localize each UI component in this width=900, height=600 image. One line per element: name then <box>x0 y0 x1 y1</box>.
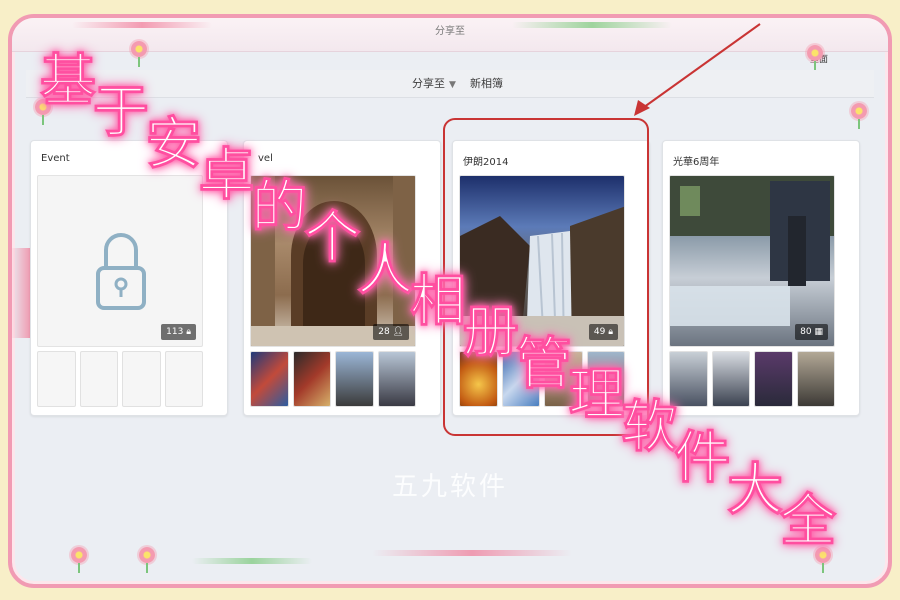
thumbnail-empty[interactable] <box>37 351 76 407</box>
album-card-guanghua[interactable]: 光華6周年 80 ▦ <box>662 140 860 416</box>
thumbnail-photo[interactable] <box>250 351 289 407</box>
album-cover-empty[interactable]: 113 🔒︎ <box>37 175 203 347</box>
thumbnail-strip <box>669 351 835 407</box>
photo-count-badge: 28 👤︎ <box>373 324 409 340</box>
photo-count-badge: 80 ▦ <box>795 324 828 340</box>
arrow-annotation <box>634 23 761 116</box>
watermark: 五九软件 <box>391 472 508 502</box>
flower-icon <box>68 544 90 573</box>
thumbnail-photo[interactable] <box>796 351 835 407</box>
chevron-down-icon: ▼ <box>449 80 456 90</box>
flower-icon <box>804 42 826 71</box>
grid-icon: ▦ <box>814 327 823 337</box>
album-title: vel <box>258 153 273 164</box>
thumbnail-photo[interactable] <box>377 351 416 407</box>
highlight-box <box>443 118 649 436</box>
thumbnail-photo[interactable] <box>335 351 374 407</box>
thumbnail-empty[interactable] <box>79 351 118 407</box>
album-card-event[interactable]: Event 113 🔒︎ <box>30 140 228 416</box>
album-cover-photo[interactable]: 28 👤︎ <box>250 175 416 347</box>
flower-icon <box>848 100 870 129</box>
lock-icon: 🔒︎ <box>186 327 191 337</box>
flower-icon <box>128 38 150 67</box>
decor-stripe <box>72 22 212 28</box>
thumbnail-photo[interactable] <box>711 351 750 407</box>
album-cover-photo[interactable]: 80 ▦ <box>669 175 835 347</box>
electronics-store-photo <box>670 176 834 326</box>
photo-count-badge: 113 🔒︎ <box>161 324 196 340</box>
lock-icon <box>96 233 146 310</box>
cathedral-door-photo <box>251 176 415 346</box>
thumbnail-strip <box>250 351 416 407</box>
share-button[interactable]: 分享至 ▼ <box>412 75 456 91</box>
thumbnail-empty[interactable] <box>164 351 203 407</box>
share-label: 分享至 <box>412 77 445 90</box>
thumbnail-strip <box>37 351 203 407</box>
thumbnail-photo[interactable] <box>292 351 331 407</box>
decor-stripe <box>192 558 312 564</box>
thumbnail-empty[interactable] <box>122 351 161 407</box>
album-title: 光華6周年 <box>673 157 720 168</box>
decor-stripe <box>372 550 572 556</box>
album-card-travel[interactable]: vel 28 👤︎ <box>243 140 441 416</box>
flower-icon <box>136 544 158 573</box>
thumbnail-photo[interactable] <box>754 351 793 407</box>
new-album-button[interactable]: 新相簿 <box>470 75 503 91</box>
flower-icon <box>812 544 834 573</box>
thumbnail-photo[interactable] <box>669 351 708 407</box>
album-title: Event <box>41 153 70 164</box>
person-icon: 👤︎ <box>392 327 404 337</box>
flower-icon <box>32 96 54 125</box>
